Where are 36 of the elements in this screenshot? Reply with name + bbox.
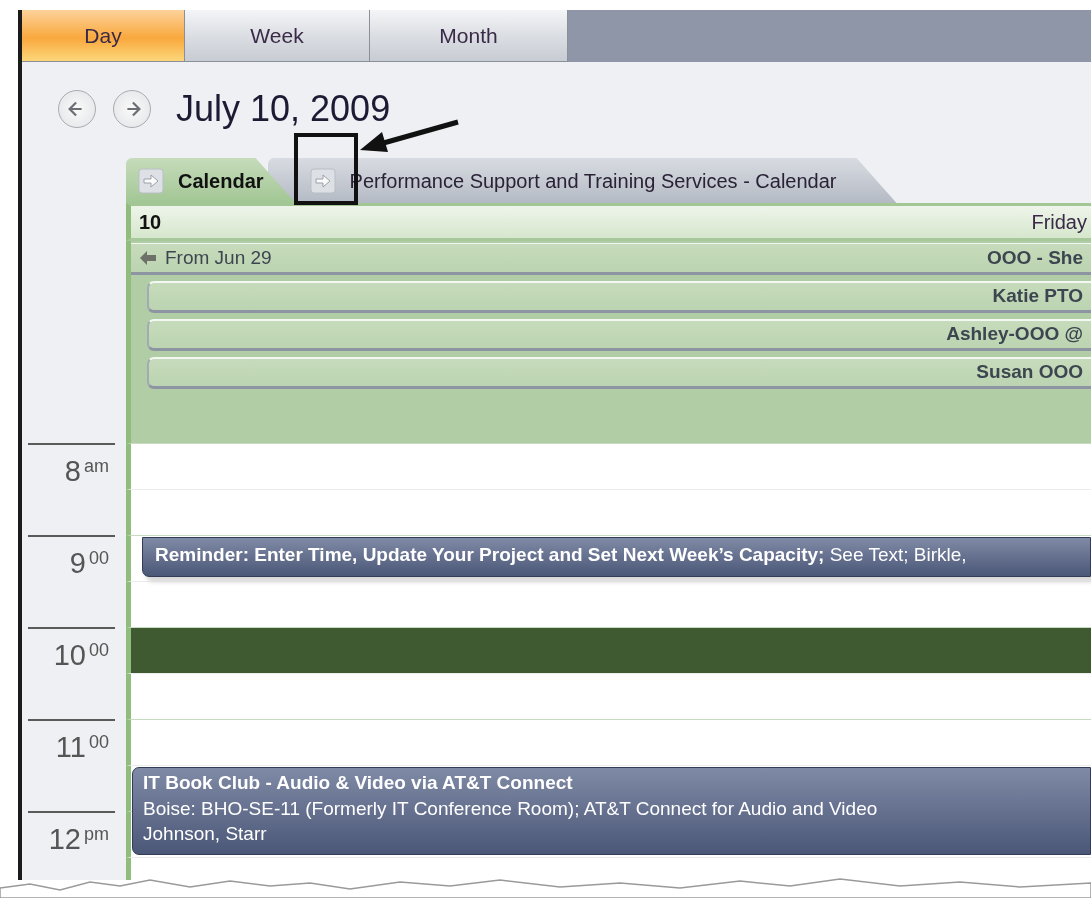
hour-suffix: 00 (88, 641, 109, 659)
view-tab[interactable]: Week (185, 10, 370, 62)
appointment-text: Boise: BHO-SE-11 (Formerly IT Conference Room); AT&T Connect for Audio and Video (143, 796, 879, 821)
day-number: 10 (139, 210, 162, 235)
continued-label: From Jun 29 (165, 245, 272, 270)
event-title: Susan OOO (976, 360, 1083, 385)
hour-suffix: am (84, 457, 109, 475)
all-day-event[interactable]: Katie PTO (147, 281, 1091, 313)
event-title: Katie PTO (992, 284, 1083, 309)
appointment-text: Johnson, Starr (143, 822, 268, 847)
all-day-event[interactable]: Ashley-OOO @ (147, 319, 1091, 351)
weekday-label: Friday (1031, 210, 1087, 235)
next-button[interactable] (113, 89, 151, 128)
hour-label: 10 (53, 641, 86, 670)
date-title: July 10, 2009 (176, 86, 391, 131)
hour-suffix: pm (84, 825, 109, 843)
hour-label: 11 (55, 733, 86, 762)
all-day-event[interactable]: Susan OOO (147, 357, 1091, 389)
appointment-text: Reminder: Enter Time, Update Your Project and Set Next Week’s Capacity; See Text; Birkle, (155, 543, 968, 567)
calendar-tab[interactable]: Calendar (126, 158, 296, 203)
appointment-block[interactable]: IT Book Club - Audio & Video via AT&T Connect Boise: BHO-SE-11 (Formerly IT Conference Room); AT&T Connect for Audio and Video Johnson, Starr (132, 767, 1091, 855)
appointment-text: IT Book Club - Audio & Video via AT&T Connect (143, 771, 574, 795)
hour-suffix: 00 (88, 733, 109, 751)
hour-label: 12 (48, 825, 81, 854)
event-title: Ashley-OOO @ (946, 322, 1083, 347)
hour-label: 8 (64, 457, 81, 486)
left-arrow-icon (139, 250, 157, 266)
appointment-block[interactable]: Reminder: Enter Time, Update Your Project and Set Next Week’s Capacity; See Text; Birkle, (142, 537, 1091, 577)
all-day-event[interactable]: From Jun 29 OOO - She (131, 243, 1091, 275)
hour-label: 9 (69, 549, 86, 578)
previous-button[interactable] (58, 89, 96, 128)
view-tab[interactable]: Day (22, 10, 185, 62)
event-title: OOO - She (986, 245, 1083, 270)
time-slot[interactable] (126, 627, 1091, 673)
view-tab[interactable]: Month (370, 10, 568, 62)
hour-suffix: 00 (88, 549, 109, 567)
